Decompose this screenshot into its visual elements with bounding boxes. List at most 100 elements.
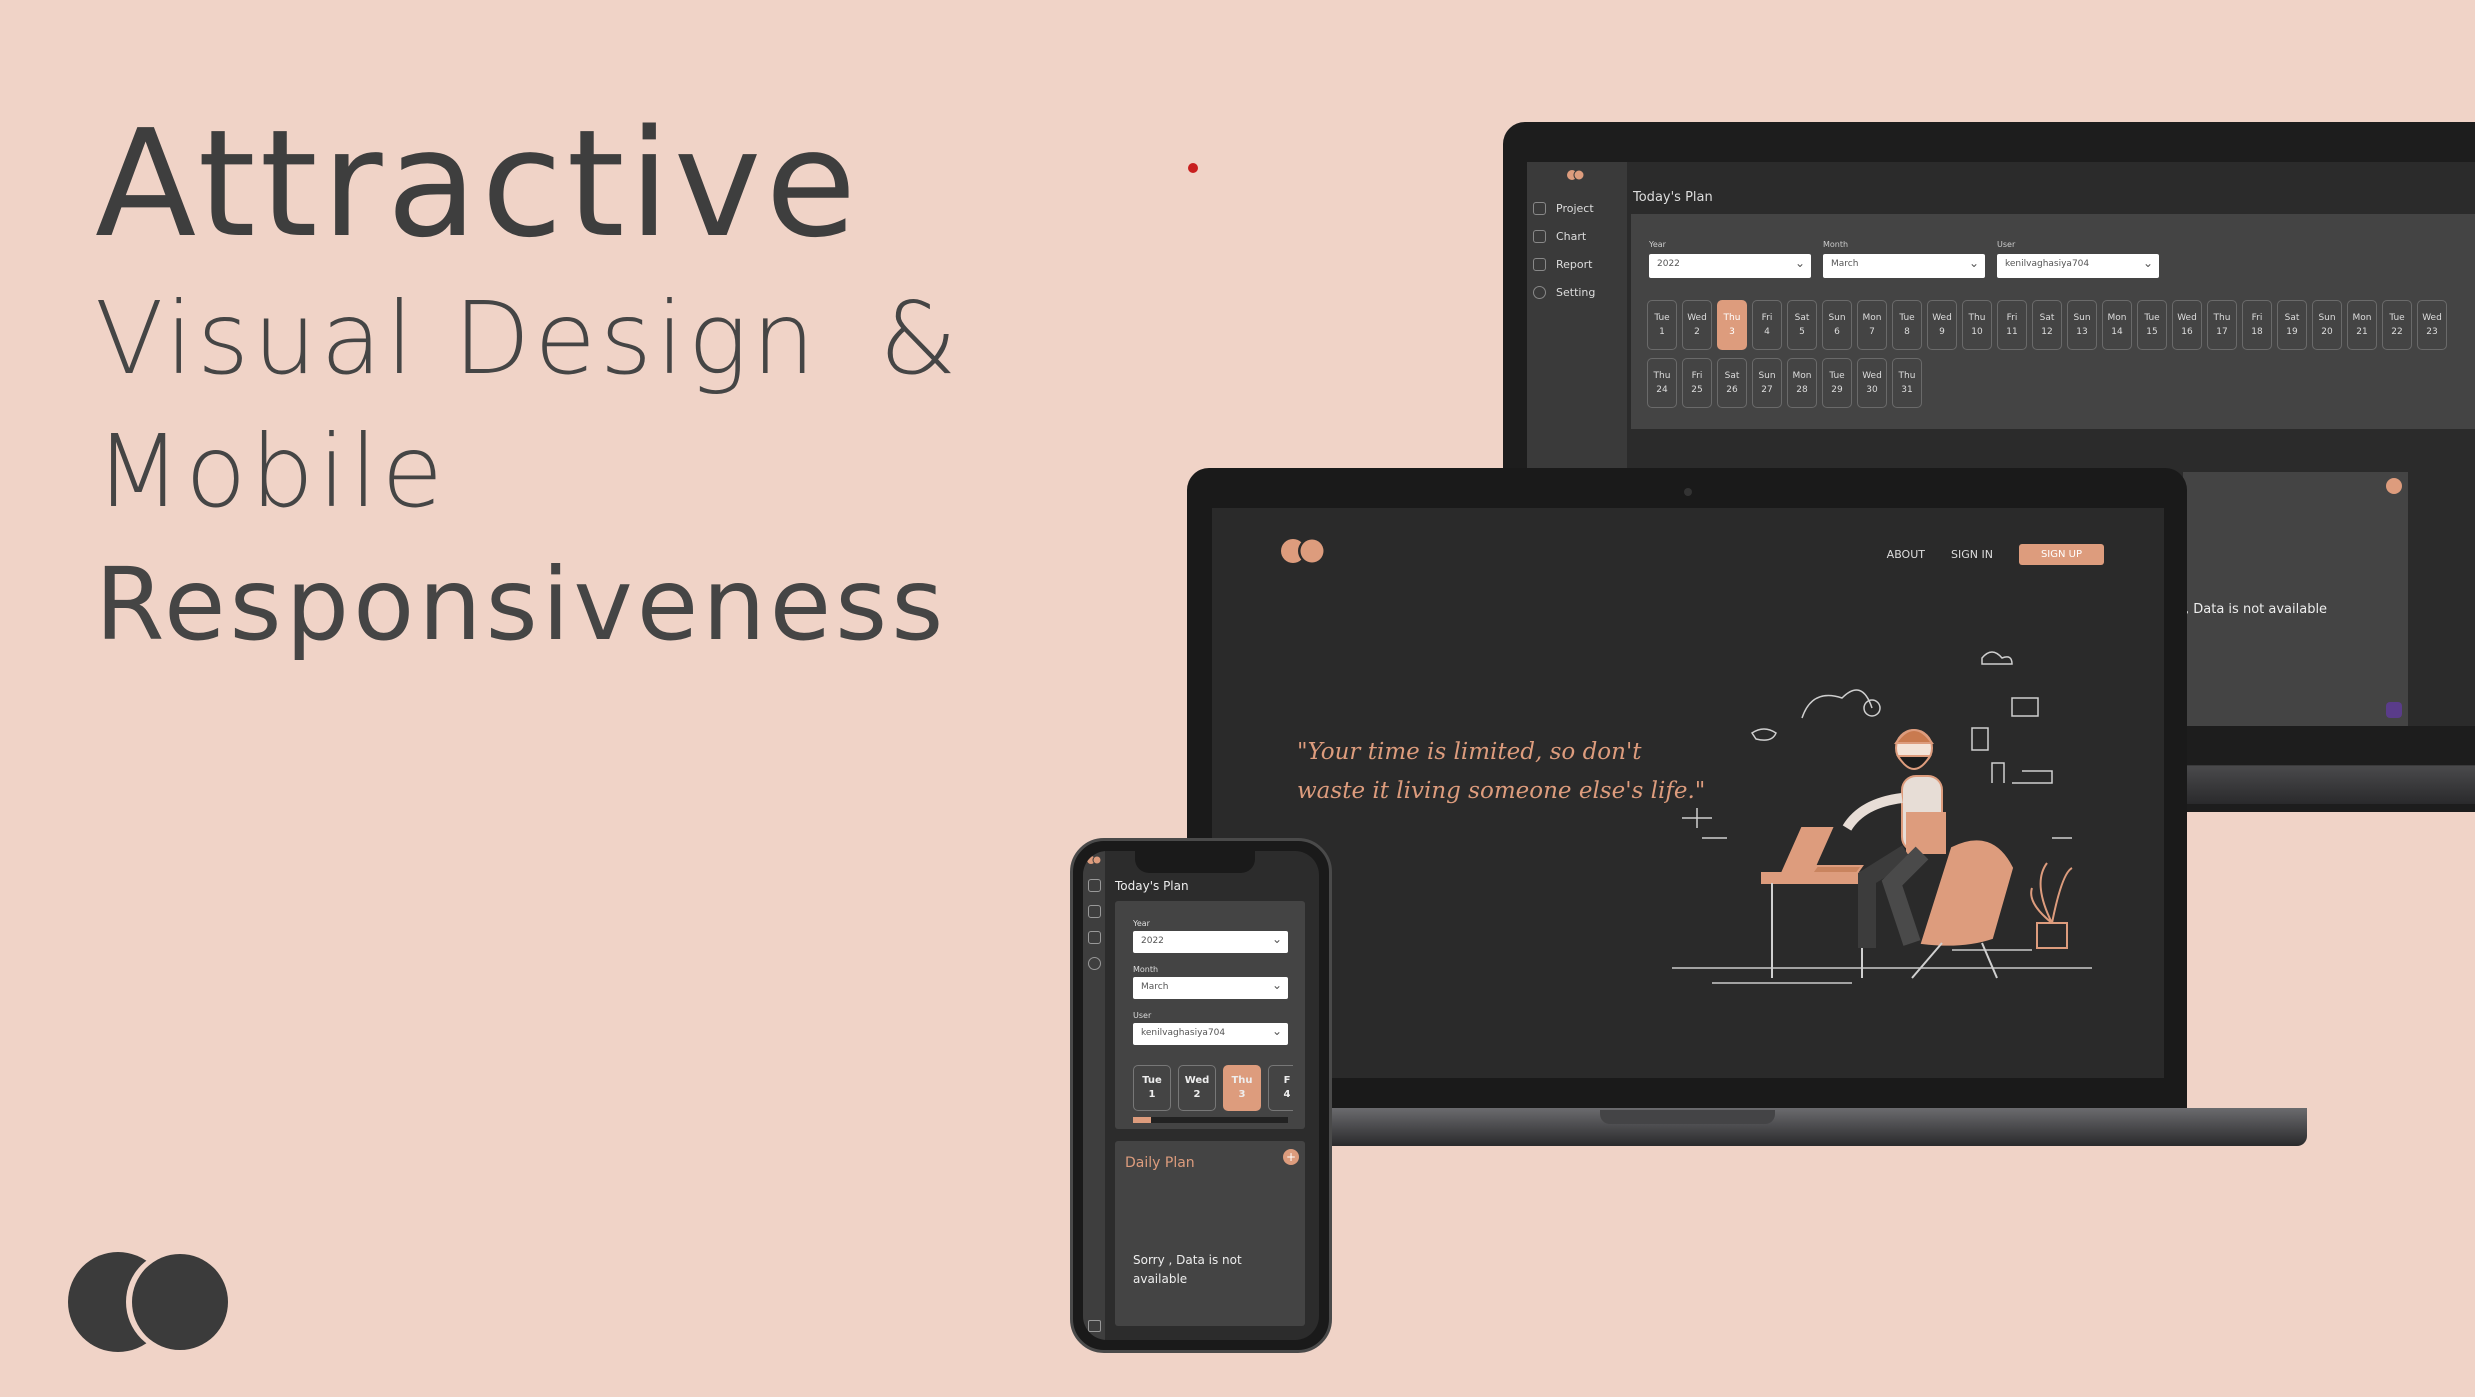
sidebar-item-setting[interactable]: Setting (1533, 286, 1595, 299)
day-button[interactable]: Thu 3 (1717, 300, 1747, 350)
report-icon[interactable] (1088, 931, 1101, 944)
quote-line-2: waste it living someone else's life." (1297, 778, 1706, 805)
day-name: Sun (2318, 313, 2336, 323)
day-button[interactable]: Sun 20 (2312, 300, 2342, 350)
user-select[interactable]: kenilvaghasiya704 (1997, 254, 2159, 278)
day-name: Tue (1654, 313, 1670, 323)
day-name: Fri (2006, 313, 2018, 323)
day-number: 12 (2041, 327, 2053, 338)
day-button[interactable]: Thu 24 (1647, 358, 1677, 408)
day-number: 4 (1764, 327, 1770, 338)
day-name: Thu (1723, 313, 1741, 323)
day-number: 18 (2251, 327, 2263, 338)
user-label: User (1133, 1011, 1152, 1020)
year-select[interactable]: 2022 (1133, 931, 1288, 953)
day-button[interactable]: Mon 21 (2347, 300, 2377, 350)
day-button[interactable]: Wed 23 (2417, 300, 2447, 350)
sidebar-item-report[interactable]: Report (1533, 258, 1592, 271)
day-button[interactable]: Mon 7 (1857, 300, 1887, 350)
day-button[interactable]: Mon 14 (2102, 300, 2132, 350)
day-button[interactable]: Tue 1 (1647, 300, 1677, 350)
day-number: 5 (1799, 327, 1805, 338)
day-button[interactable]: Fri 11 (1997, 300, 2027, 350)
year-label: Year (1649, 240, 1666, 249)
day-button[interactable]: Thu 31 (1892, 358, 1922, 408)
day-name: Mon (2352, 313, 2372, 323)
day-button[interactable]: Tue 8 (1892, 300, 1922, 350)
scrollbar-thumb[interactable] (1133, 1117, 1151, 1123)
day-button[interactable]: Sun 6 (1822, 300, 1852, 350)
day-button[interactable]: Fri 18 (2242, 300, 2272, 350)
day-number: 17 (2216, 327, 2228, 338)
day-button[interactable]: Wed 9 (1927, 300, 1957, 350)
dashboard-logo-icon (1567, 170, 1585, 180)
layers-icon[interactable] (1088, 879, 1101, 892)
phone-notch (1135, 851, 1255, 873)
day-button[interactable]: Sat 26 (1717, 358, 1747, 408)
day-button[interactable]: Wed 30 (1857, 358, 1887, 408)
sidebar-item-label: Project (1556, 202, 1594, 215)
day-button[interactable]: Thu 17 (2207, 300, 2237, 350)
day-button[interactable]: Thu 3 (1223, 1065, 1261, 1111)
laptop-landing-mockup: ABOUT SIGN IN SIGN UP "Your time is limi… (1187, 468, 2187, 1108)
day-button[interactable]: Tue 29 (1822, 358, 1852, 408)
day-button[interactable]: Wed 2 (1178, 1065, 1216, 1111)
day-number: 3 (1238, 1089, 1246, 1100)
add-plan-button[interactable]: + (1283, 1149, 1299, 1165)
year-select[interactable]: 2022 (1649, 254, 1811, 278)
hero-line-mobile: Mobile (95, 413, 448, 530)
month-select[interactable]: March (1133, 977, 1288, 999)
day-name: Thu (2213, 313, 2231, 323)
user-label: User (1997, 240, 2016, 249)
sidebar-item-label: Chart (1556, 230, 1587, 243)
sidebar-item-chart[interactable]: Chart (1533, 230, 1586, 243)
day-name: Fri (1691, 371, 1703, 381)
day-button[interactable]: Wed 2 (1682, 300, 1712, 350)
day-number: 8 (1904, 327, 1910, 338)
day-button[interactable]: Wed 16 (2172, 300, 2202, 350)
day-number: 9 (1939, 327, 1945, 338)
day-button[interactable]: Sat 12 (2032, 300, 2062, 350)
nav-about-link[interactable]: ABOUT (1887, 548, 1925, 561)
day-name: Wed (1687, 313, 1707, 323)
day-number: 7 (1869, 327, 1875, 338)
day-name: Thu (1231, 1075, 1253, 1086)
laptop-notch (1600, 1110, 1775, 1124)
day-number: 13 (2076, 327, 2088, 338)
day-number: 25 (1691, 385, 1703, 396)
day-button[interactable]: F4 (1268, 1065, 1293, 1111)
add-button[interactable] (2386, 478, 2402, 494)
day-button[interactable]: Sun 27 (1752, 358, 1782, 408)
sidebar-item-project[interactable]: Project (1533, 202, 1594, 215)
day-button[interactable]: Sat 5 (1787, 300, 1817, 350)
day-button[interactable]: Tue 22 (2382, 300, 2412, 350)
day-name: Wed (1184, 1075, 1210, 1086)
logout-icon[interactable] (1088, 1320, 1101, 1332)
gear-icon[interactable] (1088, 957, 1101, 970)
day-button[interactable]: Sat 19 (2277, 300, 2307, 350)
chat-widget-icon[interactable] (2386, 702, 2402, 718)
day-button[interactable]: Fri 4 (1752, 300, 1782, 350)
back-laptop-base (2187, 726, 2475, 804)
hero-line-responsiveness: Responsiveness (95, 546, 948, 663)
day-button[interactable]: Sun 13 (2067, 300, 2097, 350)
today-plan-panel: Year 2022 Month March User kenilvaghasiy… (1631, 214, 2475, 429)
day-name: Thu (1898, 371, 1916, 381)
quote-line-1: "Your time is limited, so don't (1297, 739, 1642, 765)
top-nav: ABOUT SIGN IN SIGN UP (1887, 544, 2104, 565)
signup-button[interactable]: SIGN UP (2018, 544, 2104, 565)
day-button[interactable]: Tue 15 (2137, 300, 2167, 350)
user-select[interactable]: kenilvaghasiya704 (1133, 1023, 1288, 1045)
day-name: Fri (2251, 313, 2263, 323)
landing-logo-icon (1281, 538, 1324, 564)
day-button[interactable]: Thu 10 (1962, 300, 1992, 350)
day-button[interactable]: Tue 1 (1133, 1065, 1171, 1111)
day-button[interactable]: Fri 25 (1682, 358, 1712, 408)
day-name: Sat (1724, 371, 1740, 381)
day-button[interactable]: Mon 28 (1787, 358, 1817, 408)
month-select[interactable]: March (1823, 254, 1985, 278)
day-number: 14 (2111, 327, 2123, 338)
nav-signin-link[interactable]: SIGN IN (1951, 548, 1993, 561)
chart-icon[interactable] (1088, 905, 1101, 918)
day-strip-scrollbar[interactable] (1133, 1117, 1288, 1123)
